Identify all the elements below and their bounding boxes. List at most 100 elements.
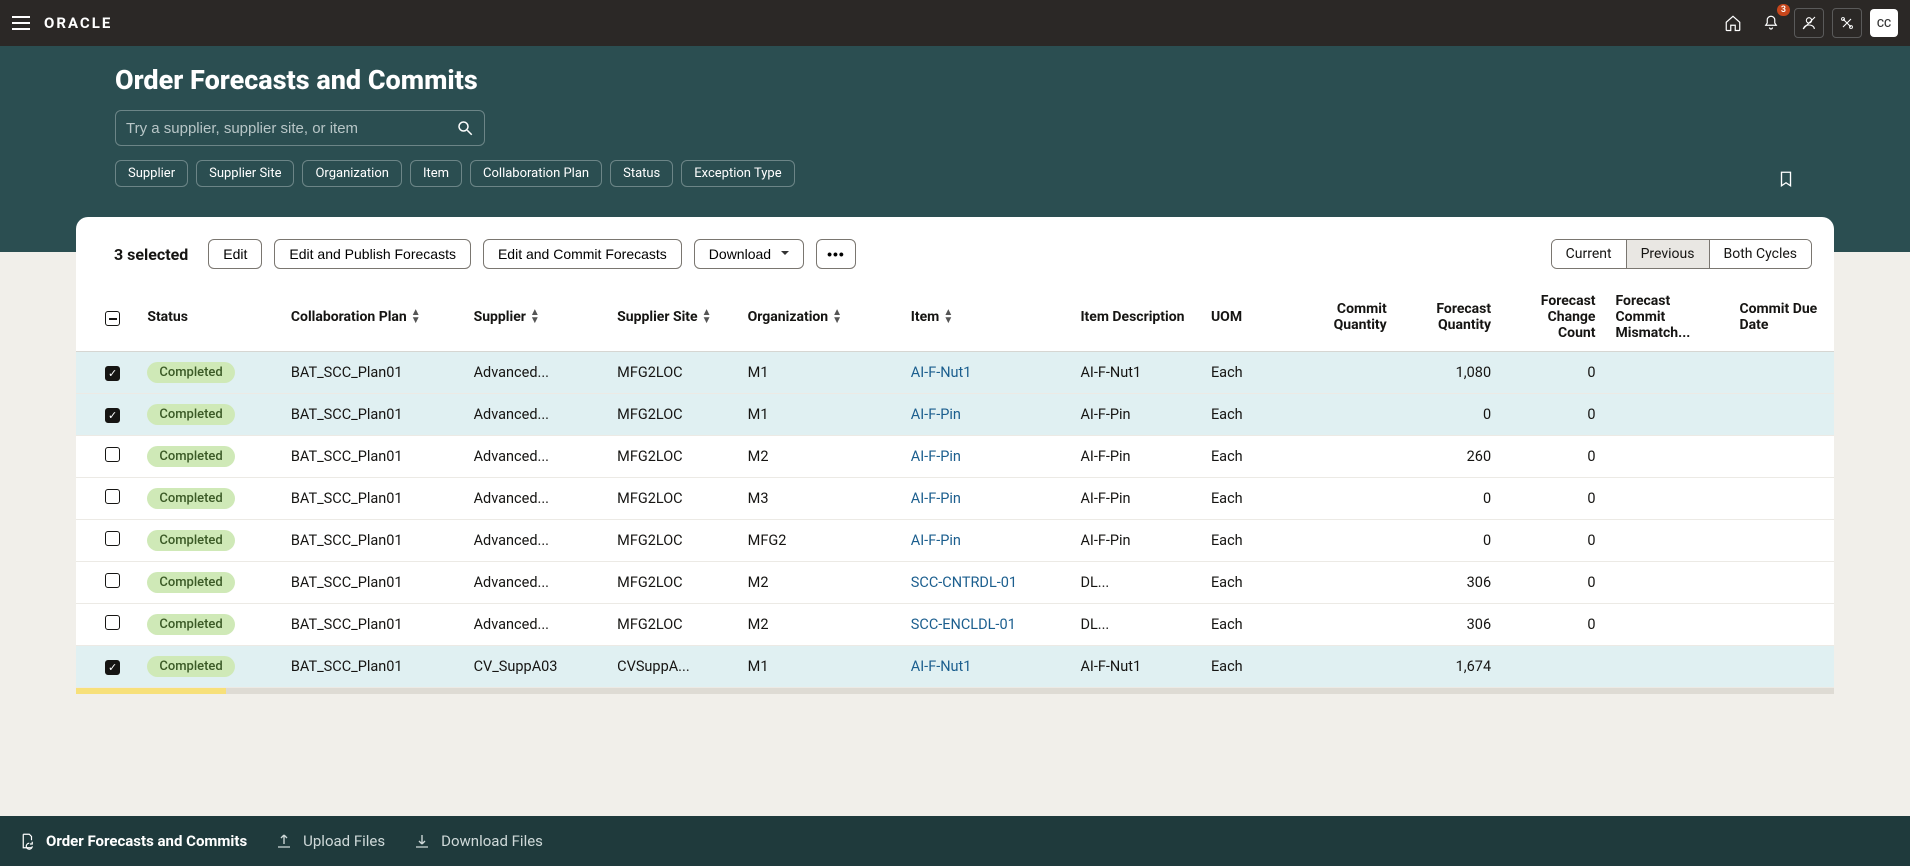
cell-due-date: [1729, 352, 1834, 394]
cell-plan: BAT_SCC_Plan01: [281, 478, 464, 520]
row-checkbox[interactable]: ✓: [105, 660, 120, 675]
row-checkbox[interactable]: [105, 489, 120, 504]
cell-forecast-change: 0: [1501, 520, 1605, 562]
cell-site: CVSuppA...: [607, 646, 738, 688]
home-icon[interactable]: [1718, 8, 1748, 38]
notification-badge: 3: [1777, 4, 1790, 16]
cell-commit-qty: [1292, 478, 1396, 520]
bookmark-icon[interactable]: [1777, 169, 1795, 189]
col-commit-qty[interactable]: Commit Quantity: [1292, 283, 1396, 352]
avatar[interactable]: CC: [1870, 9, 1898, 37]
sort-icon[interactable]: ▲▼: [411, 309, 421, 325]
cell-supplier: Advanced...: [464, 436, 608, 478]
footer-tab-download[interactable]: Download Files: [413, 832, 543, 850]
chip-supplier[interactable]: Supplier: [115, 160, 188, 187]
cell-supplier: Advanced...: [464, 394, 608, 436]
col-status[interactable]: Status: [137, 283, 281, 352]
chip-organization[interactable]: Organization: [302, 160, 401, 187]
table-row[interactable]: Completed BAT_SCC_Plan01 Advanced... MFG…: [76, 562, 1834, 604]
chip-item[interactable]: Item: [410, 160, 462, 187]
footer-tab-upload[interactable]: Upload Files: [275, 832, 385, 850]
seg-current[interactable]: Current: [1552, 240, 1626, 268]
table-row[interactable]: Completed BAT_SCC_Plan01 Advanced... MFG…: [76, 520, 1834, 562]
cell-site: MFG2LOC: [607, 520, 738, 562]
item-link[interactable]: AI-F-Pin: [911, 406, 961, 423]
col-item[interactable]: Item▲▼: [901, 283, 1071, 352]
cell-forecast-change: 0: [1501, 604, 1605, 646]
cell-org: M2: [738, 436, 901, 478]
table-row[interactable]: ✓ Completed BAT_SCC_Plan01 Advanced... M…: [76, 352, 1834, 394]
cell-forecast-qty: 306: [1397, 604, 1501, 646]
scroll-indicator: [76, 688, 1834, 694]
search-box[interactable]: [115, 110, 485, 146]
cell-forecast-change: 0: [1501, 352, 1605, 394]
sort-icon[interactable]: ▲▼: [702, 309, 712, 325]
footer-tab-forecasts[interactable]: Order Forecasts and Commits: [18, 832, 247, 850]
col-forecast-qty[interactable]: Forecast Quantity: [1397, 283, 1501, 352]
cell-site: MFG2LOC: [607, 562, 738, 604]
table-row[interactable]: Completed BAT_SCC_Plan01 Advanced... MFG…: [76, 604, 1834, 646]
col-supplier[interactable]: Supplier▲▼: [464, 283, 608, 352]
row-checkbox[interactable]: [105, 447, 120, 462]
col-commit-due[interactable]: Commit Due Date: [1729, 283, 1834, 352]
col-desc[interactable]: Item Description: [1070, 283, 1201, 352]
chip-exception-type[interactable]: Exception Type: [681, 160, 794, 187]
chip-status[interactable]: Status: [610, 160, 673, 187]
sort-icon[interactable]: ▲▼: [943, 309, 953, 325]
item-link[interactable]: SCC-CNTRDL-01: [911, 574, 1017, 591]
item-link[interactable]: AI-F-Pin: [911, 532, 961, 549]
cell-supplier: Advanced...: [464, 604, 608, 646]
more-actions-button[interactable]: •••: [816, 239, 856, 269]
row-checkbox[interactable]: [105, 615, 120, 630]
bell-icon[interactable]: 3: [1756, 8, 1786, 38]
row-checkbox[interactable]: [105, 573, 120, 588]
status-badge: Completed: [147, 446, 234, 467]
chip-collab-plan[interactable]: Collaboration Plan: [470, 160, 602, 187]
cell-desc: AI-F-Pin: [1070, 394, 1201, 436]
status-badge: Completed: [147, 530, 234, 551]
edit-publish-button[interactable]: Edit and Publish Forecasts: [274, 239, 471, 269]
edit-button[interactable]: Edit: [208, 239, 262, 269]
tools-icon[interactable]: [1832, 8, 1862, 38]
table-row[interactable]: ✓ Completed BAT_SCC_Plan01 CV_SuppA03 CV…: [76, 646, 1834, 688]
cell-commit-qty: [1292, 562, 1396, 604]
table-row[interactable]: Completed BAT_SCC_Plan01 Advanced... MFG…: [76, 478, 1834, 520]
item-link[interactable]: AI-F-Nut1: [911, 658, 972, 675]
footer-bar: Order Forecasts and Commits Upload Files…: [0, 816, 1910, 866]
cell-mismatch: [1606, 646, 1730, 688]
col-site[interactable]: Supplier Site▲▼: [607, 283, 738, 352]
edit-commit-button[interactable]: Edit and Commit Forecasts: [483, 239, 682, 269]
seg-both[interactable]: Both Cycles: [1709, 240, 1812, 268]
row-checkbox[interactable]: [105, 531, 120, 546]
cell-forecast-qty: 0: [1397, 520, 1501, 562]
cell-forecast-qty: 1,674: [1397, 646, 1501, 688]
row-checkbox[interactable]: ✓: [105, 366, 120, 381]
col-uom[interactable]: UOM: [1201, 283, 1292, 352]
table-row[interactable]: ✓ Completed BAT_SCC_Plan01 Advanced... M…: [76, 394, 1834, 436]
item-link[interactable]: AI-F-Nut1: [911, 364, 972, 381]
cell-mismatch: [1606, 520, 1730, 562]
table-row[interactable]: Completed BAT_SCC_Plan01 Advanced... MFG…: [76, 436, 1834, 478]
cell-commit-qty: [1292, 520, 1396, 562]
item-link[interactable]: AI-F-Pin: [911, 490, 961, 507]
search-input[interactable]: [126, 120, 456, 137]
chip-supplier-site[interactable]: Supplier Site: [196, 160, 294, 187]
select-all-checkbox[interactable]: [105, 311, 120, 326]
row-checkbox[interactable]: ✓: [105, 408, 120, 423]
col-org[interactable]: Organization▲▼: [738, 283, 901, 352]
cell-site: MFG2LOC: [607, 394, 738, 436]
user-outline-icon[interactable]: [1794, 8, 1824, 38]
download-button[interactable]: Download: [694, 239, 804, 269]
cell-org: M2: [738, 604, 901, 646]
upload-icon: [275, 832, 293, 850]
item-link[interactable]: SCC-ENCLDL-01: [911, 616, 1016, 633]
col-forecast-change[interactable]: Forecast Change Count: [1501, 283, 1605, 352]
search-icon[interactable]: [456, 119, 474, 137]
col-plan[interactable]: Collaboration Plan▲▼: [281, 283, 464, 352]
sort-icon[interactable]: ▲▼: [832, 309, 842, 325]
item-link[interactable]: AI-F-Pin: [911, 448, 961, 465]
sort-icon[interactable]: ▲▼: [530, 309, 540, 325]
col-forecast-mismatch[interactable]: Forecast Commit Mismatch...: [1606, 283, 1730, 352]
seg-previous[interactable]: Previous: [1626, 240, 1709, 268]
hamburger-icon[interactable]: [12, 16, 30, 30]
